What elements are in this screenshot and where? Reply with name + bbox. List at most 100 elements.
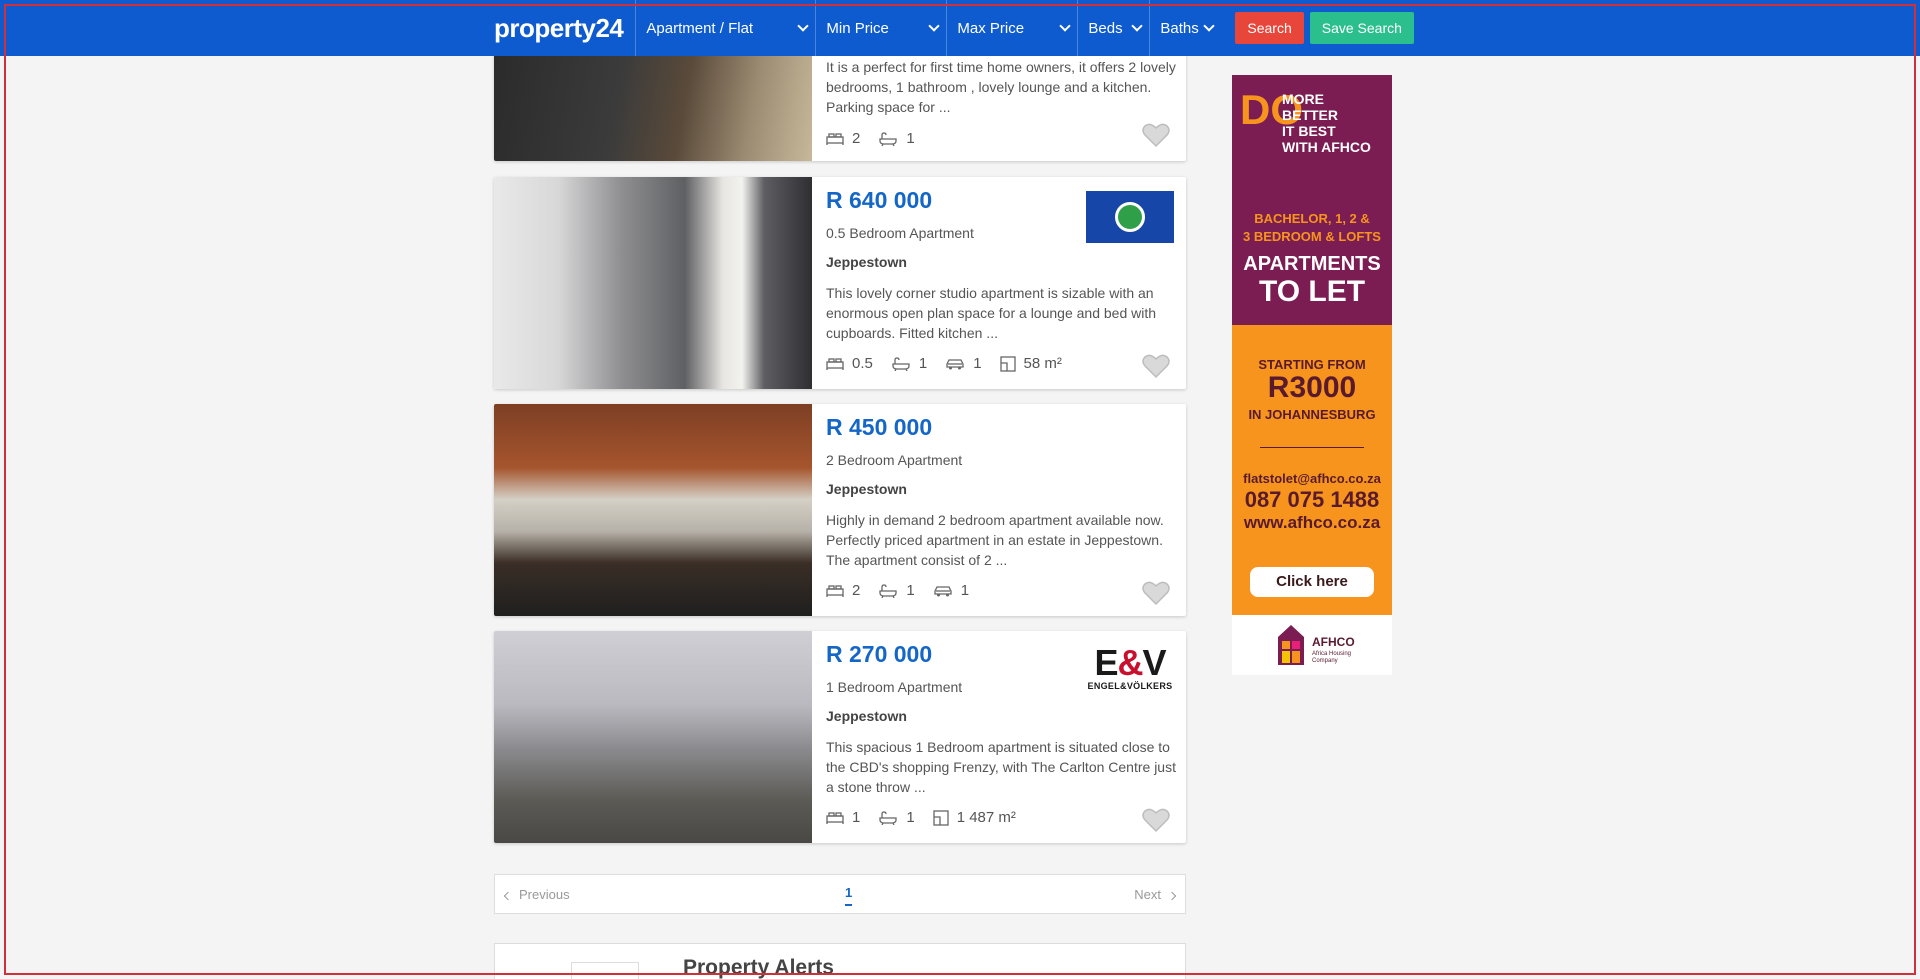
agency-logo[interactable]: E&V ENGEL&VÖLKERS [1086,645,1174,697]
bath-icon [879,583,897,598]
bath-icon [892,356,910,371]
baths-count: 1 [906,582,915,599]
listing-price[interactable]: R 450 000 [826,414,932,441]
previous-page-link[interactable]: Previous [503,887,570,902]
listing-card[interactable]: R 450 000 2 Bedroom Apartment Jeppestown… [494,404,1186,616]
ad-website: www.afhco.co.za [1243,513,1381,532]
listing-type: 1 Bedroom Apartment [826,679,963,695]
property24-logo[interactable]: property24 [494,13,624,44]
ad-city: IN JOHANNESBURG [1248,407,1376,422]
seal-icon [1115,202,1145,232]
top-nav-bar: property24 Apartment / Flat Min Price Ma… [0,0,1920,56]
listing-photo[interactable] [494,177,812,389]
page-number-current[interactable]: 1 [845,885,853,906]
ad-brand-subtitle: Africa Housing Company [1312,651,1352,664]
listing-photo[interactable] [494,631,812,843]
listing-features: 0.5 1 1 58 m² [826,355,1080,372]
listing-features: 1 1 1 487 m² [826,809,1034,826]
parking-count: 1 [960,582,970,599]
beds-label: Beds [1088,19,1123,37]
listing-suburb: Jeppestown [826,481,907,497]
floor-size-feature: 58 m² [999,355,1062,372]
ad-to-let: TO LET [1258,275,1366,308]
baths-feature: 1 [878,130,915,147]
favourite-heart-icon[interactable] [1142,353,1170,379]
listing-type: 0.5 Bedroom Apartment [826,225,974,241]
car-icon [946,358,964,369]
chevron-down-icon [797,20,810,32]
max-price-dropdown[interactable]: Max Price [946,0,1077,56]
listing-type: 2 Bedroom Apartment [826,452,963,468]
beds-feature: 2 [826,582,860,599]
parking-feature: 1 [945,355,982,372]
chevron-down-icon [1059,20,1072,32]
favourite-heart-icon[interactable] [1142,580,1170,606]
min-price-label: Min Price [826,19,889,37]
favourite-heart-icon[interactable] [1142,122,1170,148]
floor-size: 58 m² [1023,355,1062,372]
listing-card[interactable]: R 270 000 1 Bedroom Apartment Jeppestown… [494,631,1186,843]
ad-middle-section: STARTING FROM R3000 IN JOHANNESBURG flat… [1232,325,1392,615]
listing-price[interactable]: R 640 000 [826,187,932,214]
baths-count: 1 [906,809,915,826]
max-price-label: Max Price [957,19,1025,37]
ad-phone: 087 075 1488 [1244,487,1380,512]
bath-icon [879,131,897,146]
baths-feature: 1 [891,355,927,372]
floor-size-feature: 1 487 m² [933,809,1016,826]
ad-starting-from: STARTING FROM [1258,357,1366,372]
ad-email: flatstolet@afhco.co.za [1243,471,1381,486]
listing-suburb: Jeppestown [826,708,907,724]
bath-icon [879,810,897,825]
listing-price[interactable]: R 270 000 [826,641,932,668]
property-type-dropdown[interactable]: Apartment / Flat [635,0,815,56]
alert-bell-icon [571,962,639,979]
chevron-down-icon [928,20,941,32]
bed-icon [826,357,844,370]
beds-count: 2 [852,582,861,599]
agency-logo[interactable] [1086,191,1174,243]
save-search-button[interactable]: Save Search [1309,12,1414,44]
min-price-dropdown[interactable]: Min Price [815,0,946,56]
listing-card[interactable]: R 640 000 0.5 Bedroom Apartment Jeppesto… [494,177,1186,389]
ad-brand-name: AFHCO [1312,635,1355,649]
ad-apartments: APARTMENTS [1243,253,1381,275]
listing-description: This lovely corner studio apartment is s… [826,285,1157,341]
parking-count: 1 [973,355,982,372]
beds-feature: 0.5 [826,355,873,372]
ad-top-section: DO MORE BETTER IT BEST WITH AFHCO BACHEL… [1232,75,1392,325]
baths-count: 1 [918,355,928,372]
ad-units: BACHELOR, 1, 2 & 3 BEDROOM & LOFTS [1243,211,1381,244]
listing-features: 2 1 1 [826,582,987,599]
bed-icon [826,811,844,824]
ad-brand-section: AFHCO Africa Housing Company [1232,615,1392,675]
search-button[interactable]: Search [1235,12,1304,44]
afhco-advert[interactable]: DO MORE BETTER IT BEST WITH AFHCO BACHEL… [1232,75,1392,675]
beds-feature: 2 [826,130,860,147]
favourite-heart-icon[interactable] [1142,807,1170,833]
bed-icon [826,132,844,145]
listing-description: Highly in demand 2 bedroom apartment ava… [826,512,1164,568]
ad-click-here-button[interactable]: Click here [1250,567,1374,597]
property-alerts-panel: Property Alerts [494,943,1186,979]
chevron-down-icon [1131,20,1144,32]
agency-logo-name: ENGEL&VÖLKERS [1087,681,1173,691]
baths-label: Baths [1160,19,1199,37]
next-page-link[interactable]: Next [1134,887,1177,902]
beds-feature: 1 [826,809,860,826]
pagination: Previous 1 Next [494,874,1186,914]
listing-photo[interactable] [494,404,812,616]
floor-size-icon [999,355,1016,372]
beds-dropdown[interactable]: Beds [1077,0,1149,56]
beds-count: 1 [852,809,861,826]
listing-description: This spacious 1 Bedroom apartment is sit… [826,739,1176,795]
chevron-left-icon [503,891,513,901]
agency-logo-mark: E&V [1094,642,1166,683]
bed-icon [826,584,844,597]
ad-divider [1260,447,1364,448]
beds-count: 2 [852,130,861,147]
floor-size-icon [933,809,949,826]
property-type-label: Apartment / Flat [646,19,754,37]
baths-feature: 1 [878,809,915,826]
baths-dropdown[interactable]: Baths [1149,0,1221,56]
